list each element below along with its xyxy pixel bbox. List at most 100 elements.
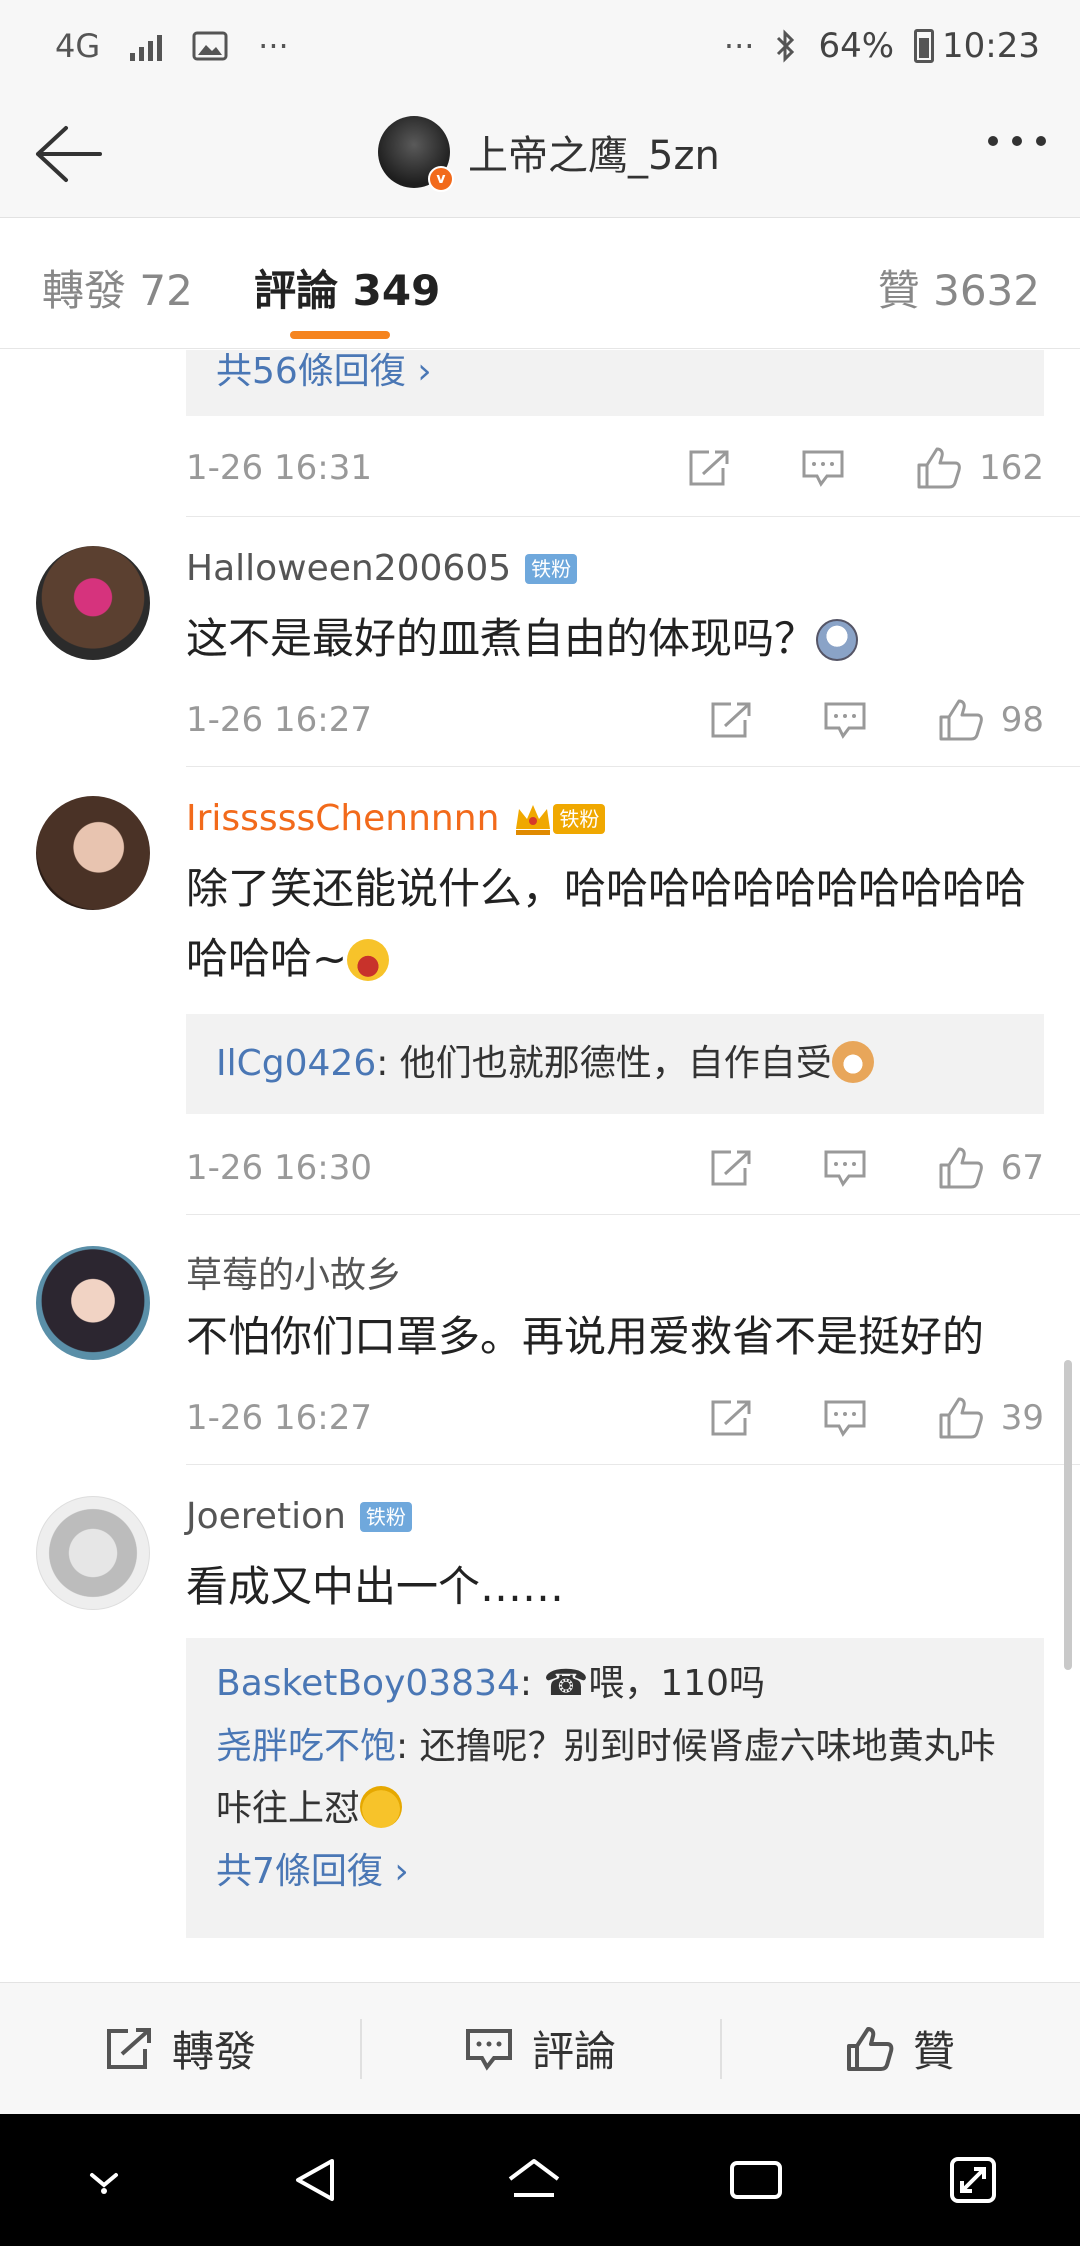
comment-meta: 1-26 16:27 98 xyxy=(186,690,1044,750)
clock: 10:23 xyxy=(942,26,1040,66)
like-button[interactable]: 39 xyxy=(937,1395,1044,1441)
fan-badge: 铁粉 xyxy=(525,553,578,584)
comment-icon[interactable] xyxy=(823,1398,867,1438)
user-avatar[interactable] xyxy=(36,796,150,910)
username[interactable]: Halloween200605 铁粉 xyxy=(186,548,578,589)
repost-label: 轉發 xyxy=(171,2027,256,2076)
tab-comment[interactable]: 評論 349 xyxy=(254,257,440,318)
view-all-replies-link[interactable]: 共7條回復 › xyxy=(216,1840,1014,1904)
username-text: 草莓的小故乡 xyxy=(186,1255,403,1296)
bottom-action-bar: 轉發 評論 贊 xyxy=(0,1982,1080,2114)
image-icon xyxy=(192,31,228,61)
repost-icon[interactable] xyxy=(709,700,753,740)
top-nav: v 上帝之鹰_5zn xyxy=(0,92,1080,218)
divider xyxy=(186,766,1080,767)
comment-meta: 1-26 16:30 67 xyxy=(186,1138,1044,1198)
battery-percent: 64% xyxy=(818,26,895,66)
comment-icon[interactable] xyxy=(823,1148,867,1188)
bluetooth-icon xyxy=(777,29,795,63)
fan-badge: 铁粉 xyxy=(553,803,606,834)
verified-badge: v xyxy=(428,166,454,192)
thumbs-up-icon xyxy=(939,1397,983,1439)
reply-line: 尧胖吃不饱: 还撸呢？别到时候肾虚六味地黄丸咔咔往上怼 xyxy=(216,1716,1014,1840)
page-title: 上帝之鹰_5zn xyxy=(468,133,720,179)
comment-text: 看成又中出一个…… xyxy=(186,1562,565,1611)
repost-icon[interactable] xyxy=(687,448,731,488)
reply-line: IlCg0426: 他们也就那德性，自作自受 xyxy=(216,1032,1014,1096)
comment-text: 这不是最好的皿煮自由的体现吗？ xyxy=(186,604,1046,674)
more-status: ··· xyxy=(723,27,755,65)
comment-icon xyxy=(465,2028,512,2071)
back-triangle-icon[interactable] xyxy=(290,2155,340,2205)
user-avatar[interactable] xyxy=(36,1496,150,1610)
fan-badge: 铁粉 xyxy=(359,1501,412,1532)
username-text: Joeretion xyxy=(186,1496,346,1537)
shocked-face-emoji xyxy=(816,619,859,661)
author-info[interactable]: v 上帝之鹰_5zn xyxy=(378,116,720,192)
repost-icon[interactable] xyxy=(709,1148,753,1188)
reply-line: BasketBoy03834: ☎喂，110吗 xyxy=(216,1652,1014,1716)
active-tab-indicator xyxy=(290,331,390,339)
reply-username[interactable]: 尧胖吃不饱 xyxy=(216,1726,396,1767)
chevron-down-icon[interactable] xyxy=(82,2165,126,2195)
more-notifications: ··· xyxy=(258,27,289,65)
repost-icon[interactable] xyxy=(709,1398,753,1438)
reply-preview[interactable]: IlCg0426: 他们也就那德性，自作自受 xyxy=(186,1014,1044,1114)
user-avatar[interactable] xyxy=(36,546,150,660)
username[interactable]: IrisssssChennnnn 铁粉 xyxy=(186,798,606,839)
back-arrow-icon[interactable] xyxy=(30,122,104,186)
comment-text: 除了笑还能说什么，哈哈哈哈哈哈哈哈哈哈哈哈哈哈~ xyxy=(186,854,1046,994)
tab-bar: 轉發 72 評論 349 贊 3632 xyxy=(0,219,1080,349)
username-text: IrisssssChennnnn xyxy=(186,798,500,839)
username[interactable]: 草莓的小故乡 xyxy=(186,1246,402,1298)
like-count: 67 xyxy=(1000,1148,1044,1188)
username-text: Halloween200605 xyxy=(186,548,512,589)
comment-body: 除了笑还能说什么，哈哈哈哈哈哈哈哈哈哈哈哈哈哈~ xyxy=(186,864,1027,983)
scrollbar[interactable] xyxy=(1064,1360,1072,1670)
author-avatar[interactable]: v xyxy=(378,116,454,192)
divider xyxy=(186,1214,1080,1215)
screen-expand-icon[interactable] xyxy=(948,2155,998,2205)
comment-time: 1-26 16:27 xyxy=(186,700,372,740)
signal-icon xyxy=(130,31,163,61)
like-button[interactable]: 162 xyxy=(915,445,1044,491)
reply-text: : 他们也就那德性，自作自受 xyxy=(376,1043,832,1084)
like-button[interactable]: 98 xyxy=(937,697,1044,743)
thumbs-up-icon xyxy=(939,1147,983,1189)
repost-icon xyxy=(106,2027,151,2069)
divider xyxy=(186,516,1080,517)
like-count: 39 xyxy=(1000,1398,1044,1438)
comment-icon[interactable] xyxy=(823,700,867,740)
cat-face-emoji xyxy=(831,1041,874,1083)
comment-button[interactable]: 評論 xyxy=(360,1983,720,2114)
like-button[interactable]: 67 xyxy=(937,1145,1044,1191)
user-avatar[interactable] xyxy=(36,1246,150,1360)
username[interactable]: Joeretion 铁粉 xyxy=(186,1496,412,1537)
reply-preview[interactable]: BasketBoy03834: ☎喂，110吗 尧胖吃不饱: 还撸呢？别到时候肾… xyxy=(186,1638,1044,1938)
recent-apps-icon[interactable] xyxy=(728,2157,784,2203)
comment-list[interactable]: 共56條回復 › 1-26 16:31 162 Halloween200605 … xyxy=(0,350,1080,1982)
system-nav-bar xyxy=(0,2114,1080,2246)
view-all-replies-link[interactable]: 共56條回復 › xyxy=(216,350,1014,404)
comment-icon[interactable] xyxy=(801,448,845,488)
comment-body: 这不是最好的皿煮自由的体现吗？ xyxy=(186,614,817,663)
reply-username[interactable]: IlCg0426 xyxy=(216,1043,376,1084)
grin-emoji xyxy=(360,1786,403,1828)
like-count: 98 xyxy=(1000,700,1044,740)
tab-repost[interactable]: 轉發 72 xyxy=(42,257,193,318)
home-icon[interactable] xyxy=(504,2155,564,2205)
repost-button[interactable]: 轉發 xyxy=(0,1983,360,2114)
like-count: 162 xyxy=(979,448,1044,488)
battery-icon xyxy=(914,29,935,63)
comment-meta: 1-26 16:31 162 xyxy=(186,438,1044,498)
reply-preview[interactable]: 共56條回復 › xyxy=(186,350,1044,416)
like-button[interactable]: 贊 xyxy=(720,1983,1080,2114)
comment-time: 1-26 16:31 xyxy=(186,448,372,488)
tab-like[interactable]: 贊 3632 xyxy=(878,257,1040,318)
comment-meta: 1-26 16:27 39 xyxy=(186,1388,1044,1448)
more-options-icon[interactable] xyxy=(988,136,1046,146)
reply-text: : ☎喂，110吗 xyxy=(519,1663,766,1704)
reply-username[interactable]: BasketBoy03834 xyxy=(216,1663,520,1704)
comment-time: 1-26 16:30 xyxy=(186,1148,372,1188)
laughing-face-emoji xyxy=(347,939,390,981)
